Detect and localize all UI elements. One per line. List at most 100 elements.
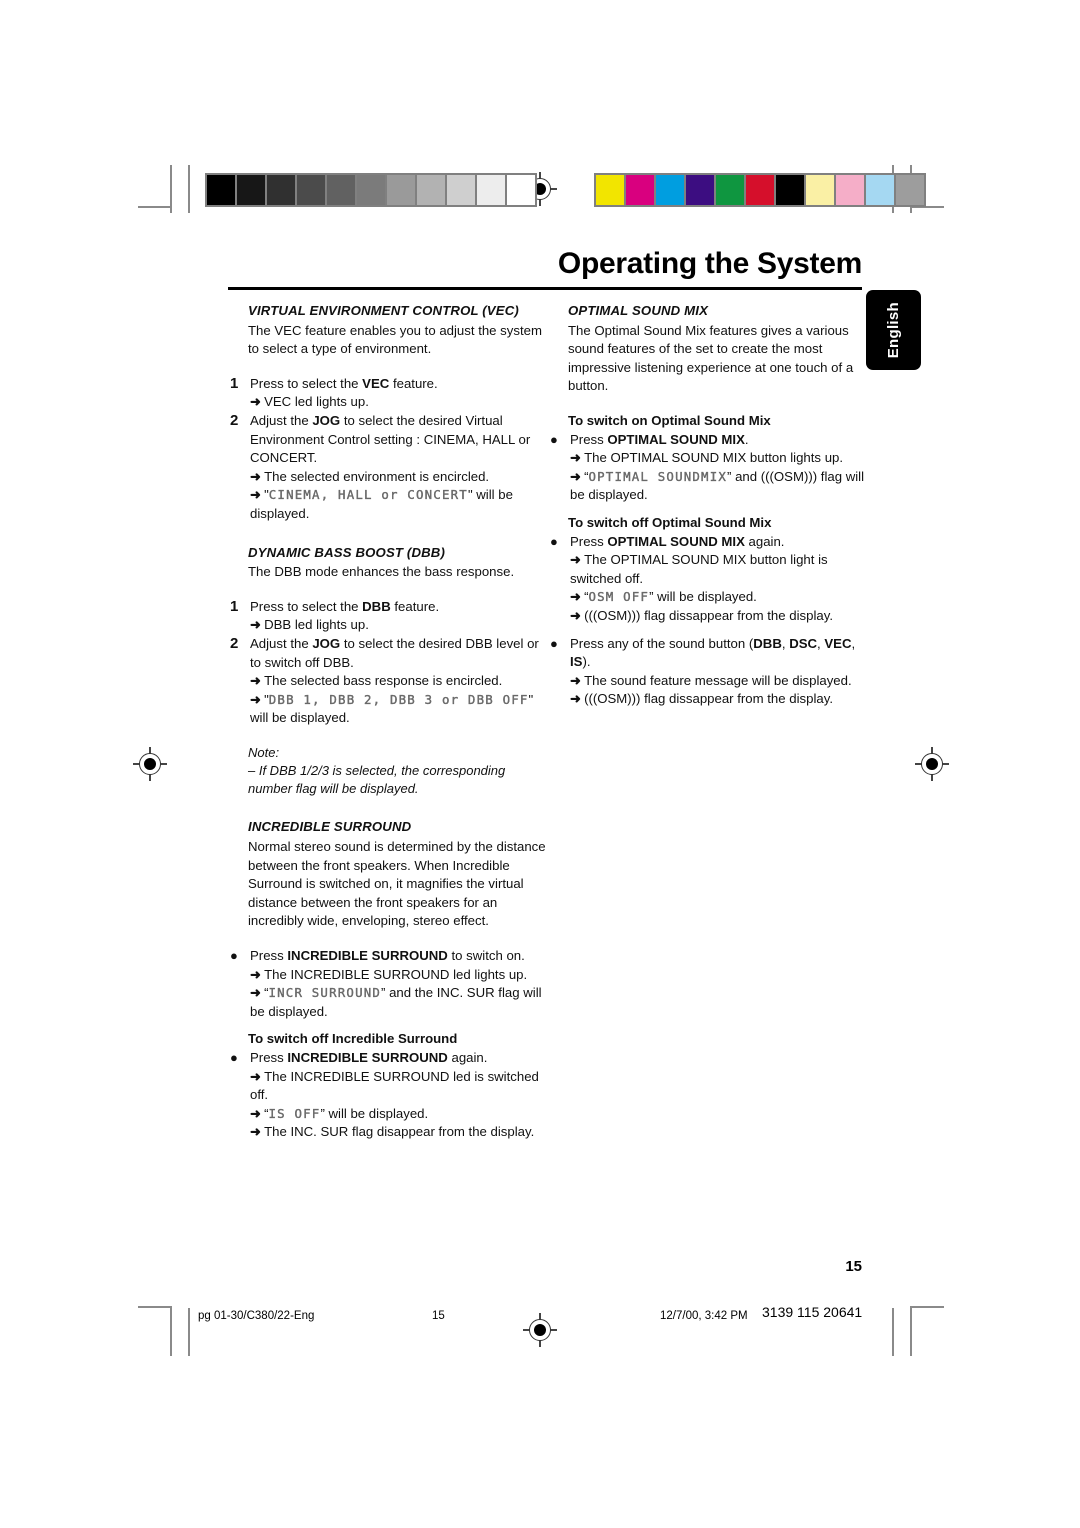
title-divider [228, 287, 862, 290]
page-title: Operating the System [557, 247, 862, 280]
is-switch-off-bullet: ● Press INCREDIBLE SURROUND again. ➜ The … [230, 1049, 550, 1142]
result-text: The sound feature message will be displa… [584, 672, 852, 688]
step-number: 2 [230, 634, 239, 652]
arrow-right-icon: ➜ [250, 394, 262, 410]
grayscale-swatch-0 [207, 175, 235, 205]
bullet-text: Press [250, 948, 288, 964]
incredible-surround-intro: Normal stereo sound is determined by the… [248, 839, 546, 929]
note-label: Note: [248, 744, 280, 760]
step-bold-term: VEC [362, 375, 390, 391]
result-line: ➜ DBB led lights up. [250, 616, 550, 635]
arrow-right-icon: ➜ [250, 1105, 262, 1121]
osm-any-sound-button-bullet: ● Press any of the sound button (DBB, DS… [550, 635, 870, 709]
arrow-right-icon: ➜ [250, 487, 262, 503]
result-text: The OPTIMAL SOUND MIX button light is sw… [570, 552, 828, 586]
section-heading-dbb: DYNAMIC BASS BOOST (DBB) [248, 544, 446, 560]
step-bold-term: JOG [312, 412, 341, 428]
result-text-end: ” will be displayed. [320, 1105, 429, 1121]
step-text: Press to select the [250, 375, 363, 391]
is-switch-off-heading: To switch off Incredible Surround [248, 1031, 458, 1047]
arrow-right-icon: ➜ [570, 607, 582, 623]
result-text-end: ” will be displayed. [649, 589, 757, 605]
bullet-text-end: again. [744, 533, 785, 549]
result-text: The selected bass response is encircled. [264, 673, 503, 689]
result-line: ➜ (((OSM))) flag dissappear from the disp… [570, 690, 870, 709]
osm-switch-off-heading: To switch off Optimal Sound Mix [568, 514, 772, 530]
arrow-right-icon: ➜ [570, 468, 582, 484]
result-line: ➜ The INCREDIBLE SURROUND led lights up. [250, 966, 550, 985]
result-line-lcd: ➜ “IS OFF” will be displayed. [250, 1105, 550, 1124]
color-calibration-bar [594, 173, 926, 207]
result-line-lcd: ➜ "CINEMA, HALL or CONCERT" will be displ… [250, 486, 550, 523]
footer-file-reference: pg 01-30/C380/22-Eng [198, 1310, 315, 1322]
sound-button-vec: VEC [824, 635, 852, 651]
color-swatch-10 [896, 175, 924, 205]
arrow-right-icon: ➜ [250, 673, 262, 689]
bullet-text-end: . [744, 431, 749, 447]
color-swatch-1 [626, 175, 654, 205]
dbb-intro: The DBB mode enhances the bass response. [248, 564, 515, 580]
section-heading-optimal-sound-mix: OPTIMAL SOUND MIX [568, 303, 709, 318]
osm-intro: The Optimal Sound Mix features gives a v… [568, 322, 854, 394]
result-line: ➜ The selected bass response is encircled… [250, 672, 550, 691]
bullet-text: Press any of the sound button ( [570, 635, 754, 651]
lcd-display-text: DBB 1, DBB 2, DBB 3 or DBB OFF [268, 691, 529, 707]
language-tab-label: English [885, 301, 902, 359]
result-text: The INCREDIBLE SURROUND led is switched … [250, 1068, 539, 1103]
dbb-step-1: 1 Press to select the DBB feature. ➜ DBB … [230, 598, 550, 635]
arrow-right-icon: ➜ [570, 691, 582, 707]
step-bold-term: JOG [312, 635, 341, 651]
step-text-end: feature. [389, 375, 438, 391]
result-line: ➜ VEC led lights up. [250, 393, 550, 412]
step-text: Adjust the [250, 412, 313, 428]
step-bold-term: DBB [362, 598, 391, 614]
result-text: The INC. SUR flag disappear from the dis… [264, 1124, 535, 1140]
footer-page-number: 15 [432, 1310, 445, 1322]
result-text: DBB led lights up. [264, 617, 369, 633]
vec-intro: The VEC feature enables you to adjust th… [248, 322, 542, 357]
bullet-dot-icon: ● [550, 431, 558, 447]
result-line: ➜ (((OSM))) flag dissappear from the disp… [570, 607, 870, 626]
note-text: – If DBB 1/2/3 is selected, the correspo… [248, 763, 506, 797]
result-line: ➜ The INCREDIBLE SURROUND led is switched… [250, 1068, 550, 1105]
arrow-right-icon: ➜ [250, 1068, 262, 1084]
bullet-dot-icon: ● [550, 635, 558, 651]
bullet-text-end: again. [447, 1050, 488, 1066]
result-text: (((OSM))) flag dissappear from the displ… [584, 607, 833, 623]
language-tab-english: English [866, 290, 921, 370]
arrow-right-icon: ➜ [570, 450, 582, 466]
result-line-lcd: ➜ "DBB 1, DBB 2, DBB 3 or DBB OFF" will b… [250, 691, 550, 728]
arrow-right-icon: ➜ [250, 1124, 262, 1140]
step-number: 1 [230, 597, 239, 615]
separator: , [851, 635, 856, 651]
step-text-end: feature. [390, 598, 440, 614]
result-line-lcd: ➜ “INCR SURROUND” and the INC. SUR flag w… [250, 984, 550, 1021]
sound-button-dbb: DBB [753, 635, 782, 651]
arrow-right-icon: ➜ [570, 672, 582, 688]
grayscale-swatch-7 [417, 175, 445, 205]
grayscale-swatch-3 [297, 175, 325, 205]
lcd-display-text: CINEMA, HALL or CONCERT [268, 487, 468, 503]
registration-target-icon-right [915, 747, 949, 781]
arrow-right-icon: ➜ [250, 985, 262, 1001]
result-line-lcd: ➜ “OPTIMAL SOUNDMIX” and (((OSM))) flag w… [570, 468, 870, 505]
grayscale-swatch-8 [447, 175, 475, 205]
page-number: 15 [845, 1258, 862, 1275]
is-switch-on-bullet: ● Press INCREDIBLE SURROUND to switch on… [230, 947, 550, 1021]
footer-document-code: 3139 115 20641 [762, 1304, 863, 1320]
step-number: 2 [230, 411, 239, 429]
bullet-text: Press [250, 1050, 288, 1066]
color-swatch-8 [836, 175, 864, 205]
grayscale-swatch-2 [267, 175, 295, 205]
lcd-display-text: IS OFF [268, 1105, 321, 1121]
bullet-bold-term: INCREDIBLE SURROUND [287, 1050, 448, 1066]
arrow-right-icon: ➜ [570, 589, 582, 605]
arrow-right-icon: ➜ [570, 552, 582, 568]
result-text: The INCREDIBLE SURROUND led lights up. [264, 966, 528, 982]
bullet-dot-icon: ● [550, 533, 558, 549]
sound-button-is: IS [570, 654, 583, 670]
result-line-lcd: ➜ “OSM OFF” will be displayed. [570, 588, 870, 607]
lcd-display-text: INCR SURROUND [268, 985, 382, 1001]
grayscale-calibration-bar [205, 173, 537, 207]
lcd-display-text: OSM OFF [588, 589, 650, 605]
